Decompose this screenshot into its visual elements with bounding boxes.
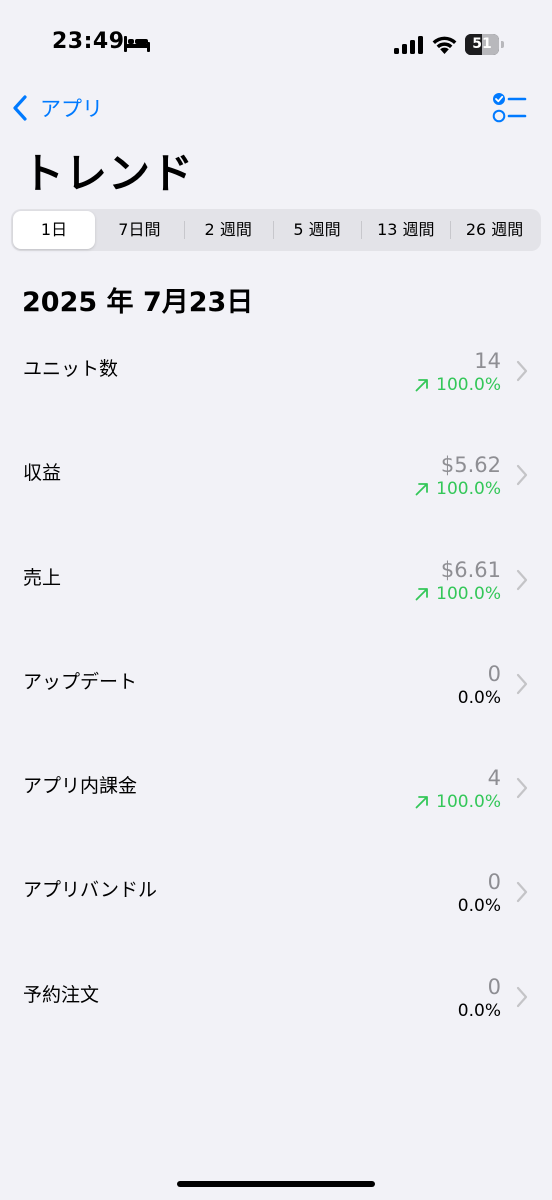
checklist-filter-icon[interactable] — [490, 90, 528, 126]
metric-change-value: 100.0% — [436, 375, 501, 395]
chevron-right-icon — [516, 986, 528, 1007]
metric-change-value: 100.0% — [436, 792, 501, 813]
trend-up-arrow-icon — [415, 587, 429, 600]
chevron-right-icon — [516, 673, 528, 694]
metric-row[interactable]: ユニット数 14 100.0% — [0, 344, 552, 448]
period-tab-0[interactable]: 1日 — [13, 211, 95, 249]
metric-row[interactable]: 売上 $6.61 100.0% — [0, 553, 552, 657]
wifi-icon — [432, 36, 457, 54]
metric-row[interactable]: アプリ内課金 4 100.0% — [0, 761, 552, 865]
period-segmented-control: 1日 7日間 2 週間 5 週間 13 週間 26 週間 — [11, 209, 541, 251]
metric-change-value: 100.0% — [436, 479, 501, 500]
period-tab-2[interactable]: 2 週間 — [183, 211, 273, 249]
metric-value: 4 — [487, 766, 501, 791]
metric-value: 0 — [487, 661, 501, 686]
chevron-right-icon — [516, 778, 528, 799]
battery-indicator: 51 — [465, 34, 505, 55]
page-title: トレンド — [22, 149, 195, 198]
metric-value: 0 — [487, 870, 501, 895]
metric-value: 0 — [487, 974, 501, 999]
trend-up-arrow-icon — [415, 379, 429, 392]
metric-label: 収益 — [23, 462, 62, 485]
metric-row[interactable]: 予約注文 0 0.0% — [0, 970, 552, 1074]
metric-label: アップデート — [23, 670, 138, 693]
chevron-right-icon — [516, 882, 528, 903]
metric-label: 予約注文 — [23, 983, 100, 1006]
metric-change: 100.0% — [415, 478, 501, 500]
metric-change: 0.0% — [458, 687, 501, 709]
metric-value: $6.61 — [440, 557, 501, 582]
period-tab-1[interactable]: 7日間 — [95, 211, 184, 249]
metric-row[interactable]: アップデート 0 0.0% — [0, 657, 552, 761]
status-time: 23:49 — [52, 29, 125, 54]
period-tab-4[interactable]: 13 週間 — [361, 211, 450, 249]
metric-change: 0.0% — [458, 1000, 501, 1022]
metric-label: アプリ内課金 — [23, 775, 138, 798]
chevron-right-icon — [516, 360, 528, 382]
battery-percentage: 51 — [472, 36, 492, 52]
period-tab-3[interactable]: 5 週間 — [272, 211, 362, 249]
metric-change: 0.0% — [458, 895, 501, 917]
metric-change-value: 0.0% — [457, 687, 501, 708]
sleep-bed-icon — [124, 36, 150, 52]
trend-up-arrow-icon — [415, 796, 429, 809]
home-indicator — [177, 1181, 375, 1187]
metric-change-value: 0.0% — [457, 896, 501, 917]
metric-row[interactable]: 収益 $5.62 100.0% — [0, 448, 552, 552]
cellular-signal-icon — [394, 36, 423, 54]
metric-change: 100.0% — [415, 583, 501, 605]
status-bar: 23:49 51 — [0, 0, 552, 90]
metric-label: ユニット数 — [23, 358, 119, 380]
metrics-list: ユニット数 14 100.0% 収益 $5.62 100.0% 売上 $6.61 100.0% ア… — [0, 344, 552, 1074]
metric-change: 100.0% — [415, 791, 501, 813]
metric-value: 14 — [474, 349, 501, 373]
metric-change: 100.0% — [415, 374, 501, 396]
metric-change-value: 100.0% — [436, 583, 501, 604]
chevron-left-icon — [13, 95, 27, 121]
metric-change-value: 0.0% — [457, 1000, 501, 1021]
chevron-right-icon — [516, 569, 528, 590]
period-tab-5[interactable]: 26 週間 — [450, 211, 539, 249]
back-button[interactable]: アプリ — [10, 88, 103, 128]
chevron-right-icon — [516, 465, 528, 486]
back-button-label: アプリ — [40, 97, 103, 121]
date-heading: 2025 年 7月23日 — [22, 287, 254, 318]
metric-value: $5.62 — [440, 453, 501, 478]
metric-label: 売上 — [23, 566, 62, 589]
metric-row[interactable]: アプリバンドル 0 0.0% — [0, 865, 552, 969]
battery-body: 51 — [465, 34, 499, 55]
metric-label: アプリバンドル — [23, 879, 157, 902]
trend-up-arrow-icon — [415, 483, 429, 496]
battery-cap — [501, 41, 504, 48]
